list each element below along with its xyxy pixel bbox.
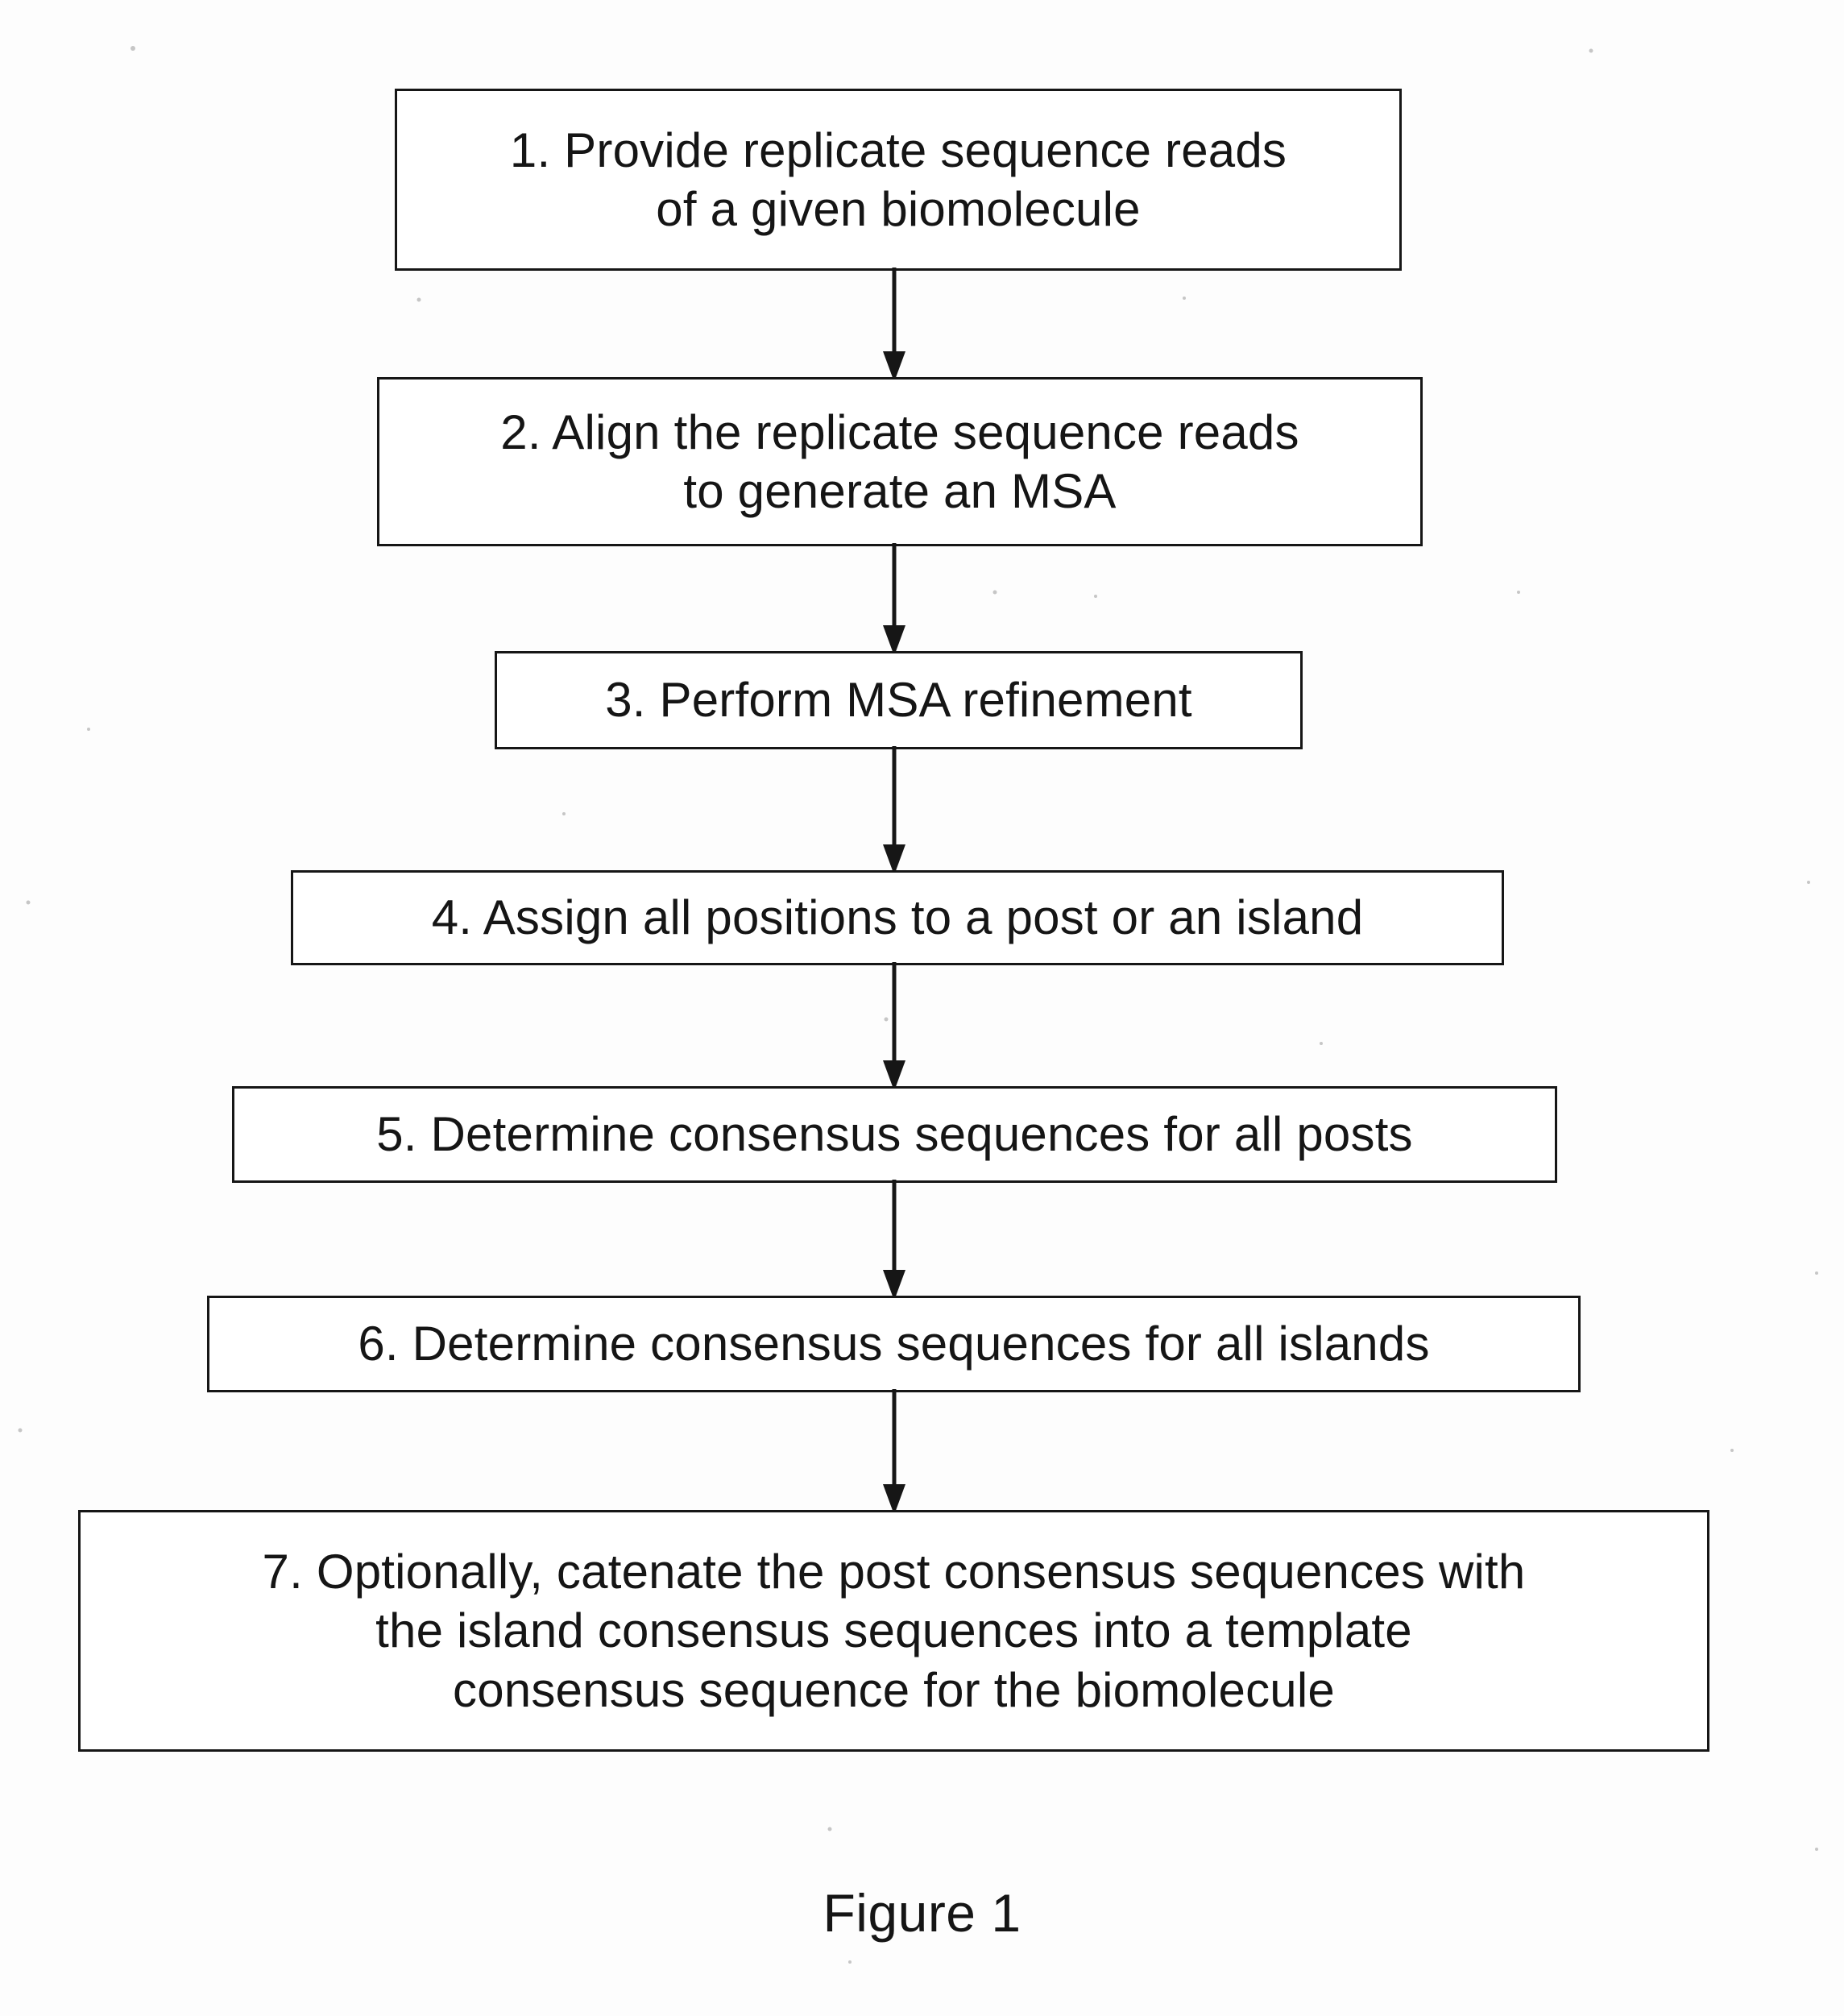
flowchart-step-3-box: 3. Perform MSA refinement <box>495 651 1303 749</box>
flowchart-step-2-box: 2. Align the replicate sequence reads to… <box>377 377 1423 546</box>
flowchart-step-1-box: 1. Provide replicate sequence reads of a… <box>395 89 1402 271</box>
flowchart-step-4-label: 4. Assign all positions to a post or an … <box>431 890 1364 945</box>
arrow-step-1-to-step-2 <box>883 268 905 382</box>
flowchart-step-6-box: 6. Determine consensus sequences for all… <box>207 1296 1581 1392</box>
figure-page: 1. Provide replicate sequence reads of a… <box>0 0 1844 2016</box>
flowchart-step-3-label: 3. Perform MSA refinement <box>605 673 1192 728</box>
flowchart-step-7-label: 7. Optionally, catenate the post consens… <box>262 1545 1526 1717</box>
flowchart-step-6-label: 6. Determine consensus sequences for all… <box>358 1317 1430 1371</box>
arrow-step-4-to-step-5 <box>883 962 905 1091</box>
arrow-step-3-to-step-4 <box>883 746 905 875</box>
arrow-step-2-to-step-3 <box>883 543 905 656</box>
flowchart-step-2-label: 2. Align the replicate sequence reads to… <box>500 404 1299 518</box>
flowchart-step-5-box: 5. Determine consensus sequences for all… <box>232 1086 1557 1183</box>
flowchart-step-1-label: 1. Provide replicate sequence reads of a… <box>509 122 1287 236</box>
figure-caption: Figure 1 <box>823 1883 1021 1943</box>
flowchart-step-5-label: 5. Determine consensus sequences for all… <box>376 1107 1413 1162</box>
arrow-step-6-to-step-7 <box>883 1389 905 1515</box>
arrow-step-5-to-step-6 <box>883 1180 905 1300</box>
flowchart-step-7-box: 7. Optionally, catenate the post consens… <box>78 1510 1709 1752</box>
flowchart-step-4-box: 4. Assign all positions to a post or an … <box>291 870 1504 965</box>
